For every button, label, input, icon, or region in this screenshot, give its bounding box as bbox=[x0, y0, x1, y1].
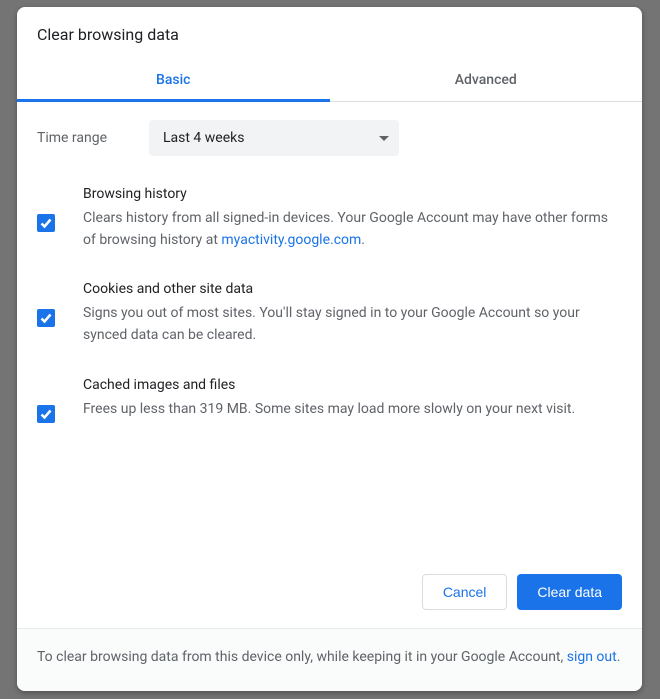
checkmark-icon bbox=[39, 407, 53, 421]
dialog-footer: To clear browsing data from this device … bbox=[17, 629, 642, 691]
tab-basic[interactable]: Basic bbox=[17, 60, 330, 101]
dialog-buttons: Cancel Clear data bbox=[17, 558, 642, 629]
checkmark-icon bbox=[39, 216, 53, 230]
myactivity-link[interactable]: myactivity.google.com bbox=[221, 232, 361, 248]
time-range-label: Time range bbox=[37, 130, 149, 146]
sign-out-link[interactable]: sign out bbox=[567, 649, 617, 665]
option-description: Signs you out of most sites. You'll stay… bbox=[83, 303, 622, 346]
tabs-bar: Basic Advanced bbox=[17, 60, 642, 102]
checkbox-cache[interactable] bbox=[37, 405, 55, 423]
checkbox-cookies[interactable] bbox=[37, 309, 55, 327]
clear-data-button[interactable]: Clear data bbox=[517, 574, 622, 610]
option-text: Cached images and files Frees up less th… bbox=[83, 377, 622, 421]
option-description: Frees up less than 319 MB. Some sites ma… bbox=[83, 399, 622, 421]
checkbox-browsing-history[interactable] bbox=[37, 214, 55, 232]
cancel-button[interactable]: Cancel bbox=[422, 574, 508, 610]
tab-advanced[interactable]: Advanced bbox=[330, 60, 643, 101]
option-desc-post: . bbox=[361, 232, 365, 248]
footer-text-post: . bbox=[617, 649, 621, 665]
time-range-select[interactable]: Last 4 weeks bbox=[149, 120, 399, 156]
option-cookies: Cookies and other site data Signs you ou… bbox=[37, 281, 622, 346]
option-title: Cookies and other site data bbox=[83, 281, 622, 297]
dialog-body: Time range Last 4 weeks Browsing history… bbox=[17, 102, 642, 558]
time-range-row: Time range Last 4 weeks bbox=[37, 120, 622, 156]
footer-text-pre: To clear browsing data from this device … bbox=[37, 649, 567, 665]
option-description: Clears history from all signed-in device… bbox=[83, 208, 622, 251]
option-text: Cookies and other site data Signs you ou… bbox=[83, 281, 622, 346]
time-range-value: Last 4 weeks bbox=[163, 130, 244, 146]
option-title: Cached images and files bbox=[83, 377, 622, 393]
clear-browsing-data-dialog: Clear browsing data Basic Advanced Time … bbox=[17, 7, 642, 691]
checkmark-icon bbox=[39, 311, 53, 325]
dropdown-icon bbox=[379, 136, 389, 141]
option-cache: Cached images and files Frees up less th… bbox=[37, 377, 622, 423]
option-text: Browsing history Clears history from all… bbox=[83, 186, 622, 251]
option-browsing-history: Browsing history Clears history from all… bbox=[37, 186, 622, 251]
option-title: Browsing history bbox=[83, 186, 622, 202]
dialog-title: Clear browsing data bbox=[17, 7, 642, 60]
